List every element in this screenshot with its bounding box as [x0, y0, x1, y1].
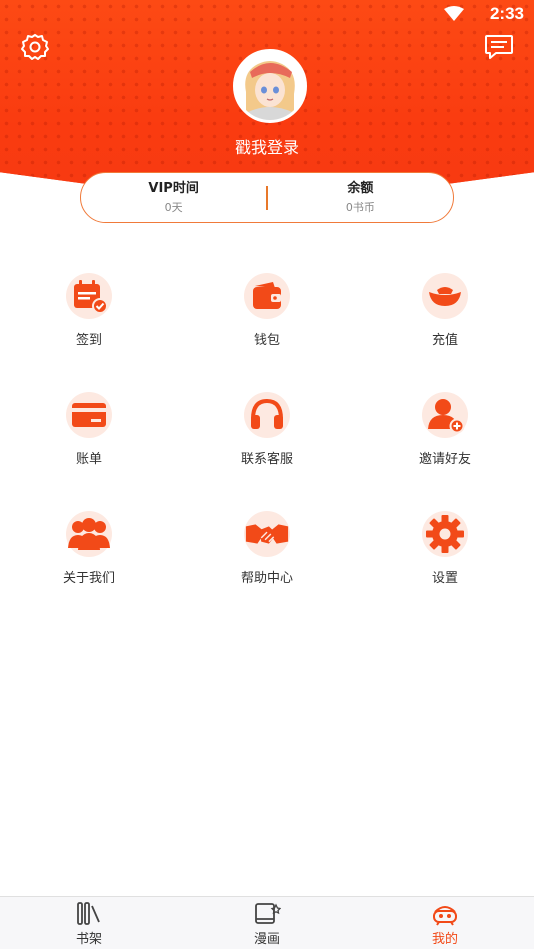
- calendar-check-icon: [66, 273, 112, 319]
- message-icon[interactable]: [484, 34, 514, 60]
- wifi-icon: [444, 6, 464, 21]
- vip-time-value: 0天: [164, 200, 183, 214]
- balance-value: 0书币: [345, 200, 375, 214]
- tab-comics[interactable]: 漫画: [178, 897, 356, 949]
- tab-bookshelf[interactable]: 书架: [0, 897, 178, 949]
- status-bar: 2:33: [0, 0, 534, 28]
- tab-label-comics: 漫画: [253, 932, 280, 947]
- card-icon: [66, 392, 112, 438]
- gold-ingot-icon: [422, 273, 468, 319]
- menu-item-recharge[interactable]: 充值: [356, 265, 534, 384]
- menu-item-help[interactable]: 帮助中心: [178, 503, 356, 622]
- menu-label-settings: 设置: [431, 571, 458, 586]
- balance-title: 余额: [347, 180, 374, 196]
- menu-item-wallet[interactable]: 钱包: [178, 265, 356, 384]
- bottom-tab-bar: 书架 漫画 我的: [0, 896, 534, 949]
- menu-item-about[interactable]: 关于我们: [0, 503, 178, 622]
- status-time: 2:33: [489, 4, 524, 23]
- add-user-icon: [422, 392, 468, 438]
- comic-book-icon: [255, 903, 281, 924]
- mascot-icon: [433, 906, 457, 926]
- menu-label-about: 关于我们: [62, 571, 115, 586]
- balance-stat[interactable]: 余额 0书币: [268, 180, 453, 216]
- menu-item-invite[interactable]: 邀请好友: [356, 384, 534, 503]
- menu-label-checkin: 签到: [75, 333, 102, 348]
- menu-grid: 签到 钱包 充值 账单 联系客服 邀请好友 关于我们 帮助中心 设置: [0, 265, 534, 622]
- tab-mine[interactable]: 我的: [356, 897, 534, 949]
- menu-label-wallet: 钱包: [253, 333, 280, 348]
- menu-label-recharge: 充值: [431, 333, 458, 348]
- avatar-image: [236, 52, 304, 120]
- team-icon: [66, 511, 112, 557]
- avatar[interactable]: [233, 49, 307, 123]
- menu-label-invite: 邀请好友: [418, 452, 471, 467]
- headset-icon: [244, 392, 290, 438]
- menu-item-customer-service[interactable]: 联系客服: [178, 384, 356, 503]
- menu-label-help: 帮助中心: [240, 571, 293, 586]
- settings-gear-icon[interactable]: [20, 32, 50, 62]
- vip-time-stat[interactable]: VIP时间 0天: [81, 180, 266, 216]
- vip-time-title: VIP时间: [148, 180, 199, 196]
- menu-item-settings[interactable]: 设置: [356, 503, 534, 622]
- menu-label-customer-service: 联系客服: [240, 452, 293, 467]
- menu-label-bill: 账单: [75, 452, 102, 467]
- tab-label-bookshelf: 书架: [75, 932, 102, 947]
- wallet-icon: [244, 273, 290, 319]
- bookshelf-icon: [77, 902, 100, 925]
- login-prompt[interactable]: 戳我登录: [0, 134, 534, 158]
- gear-icon: [422, 511, 468, 557]
- tab-label-mine: 我的: [431, 932, 458, 947]
- account-stats-card: VIP时间 0天 余额 0书币: [80, 172, 454, 223]
- menu-item-checkin[interactable]: 签到: [0, 265, 178, 384]
- menu-item-bill[interactable]: 账单: [0, 384, 178, 503]
- handshake-icon: [244, 511, 290, 557]
